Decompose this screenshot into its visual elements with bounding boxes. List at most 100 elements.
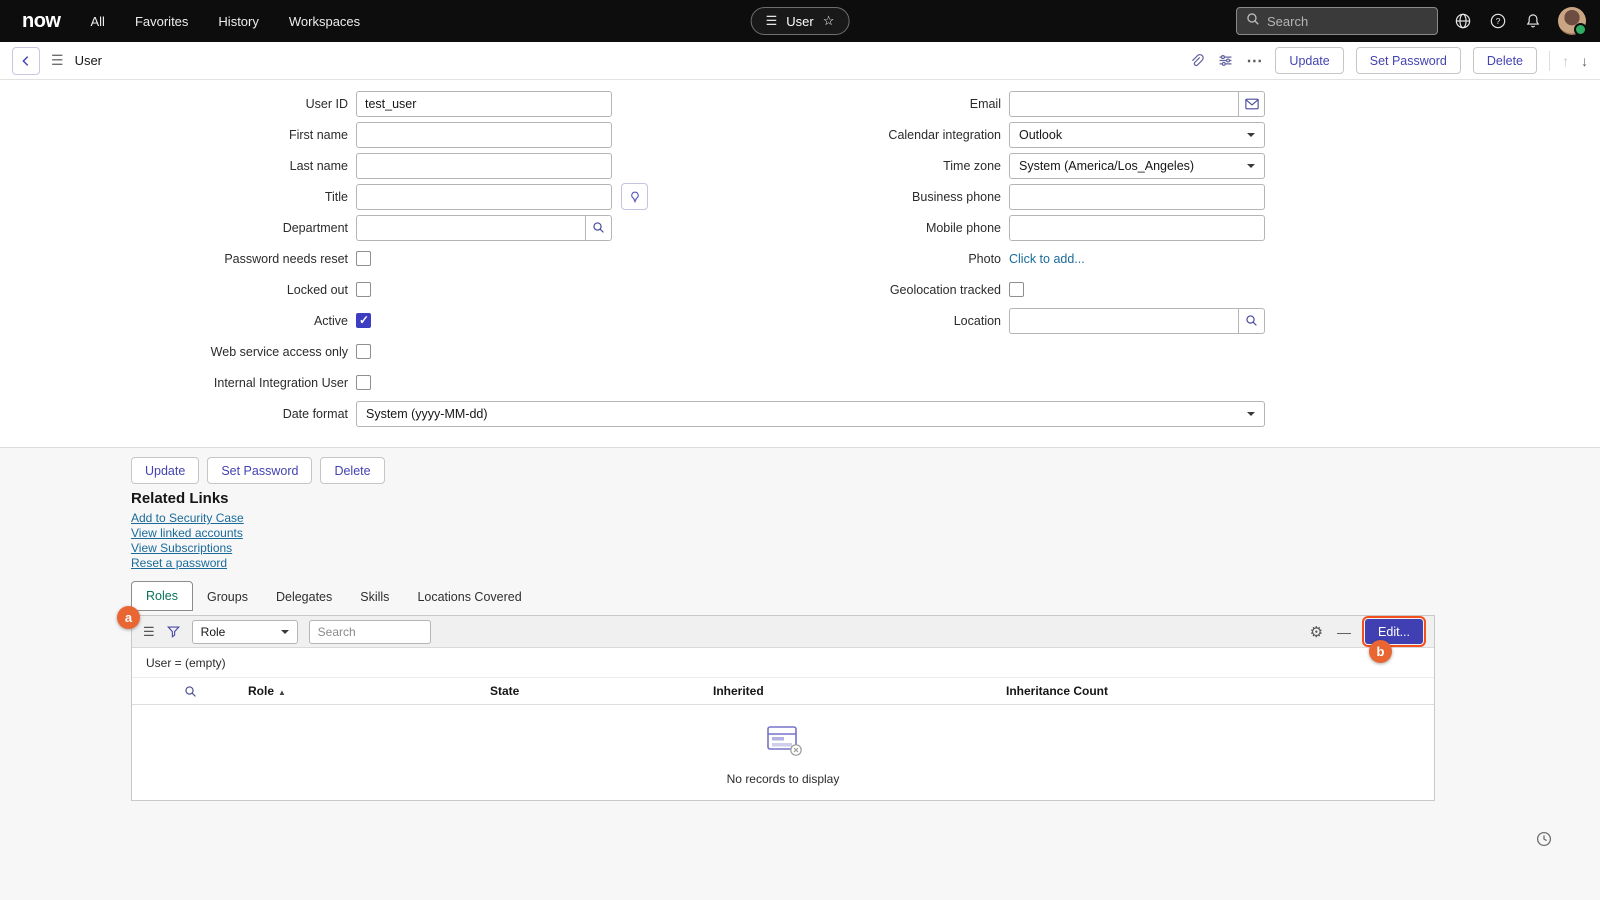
back-button[interactable] bbox=[12, 47, 40, 75]
active-checkbox[interactable] bbox=[356, 313, 371, 328]
response-time-clock-icon[interactable] bbox=[1536, 831, 1552, 852]
nav-item-workspaces[interactable]: Workspaces bbox=[289, 14, 360, 29]
roles-related-list: ☰ Role ⚙ — Edit... User = (empty) bbox=[131, 615, 1435, 801]
list-breadcrumb[interactable]: User = (empty) bbox=[132, 648, 1434, 678]
notifications-bell-icon[interactable] bbox=[1523, 11, 1543, 31]
tab-groups[interactable]: Groups bbox=[193, 583, 262, 611]
personalize-form-icon[interactable] bbox=[1217, 52, 1234, 69]
form-context-menu-icon[interactable]: ☰ bbox=[51, 52, 64, 69]
tab-skills[interactable]: Skills bbox=[346, 583, 403, 611]
tab-roles[interactable]: Roles bbox=[131, 581, 193, 611]
annotation-marker-b: b bbox=[1369, 640, 1392, 663]
field-label-first-name: First name bbox=[128, 128, 348, 142]
record-pill[interactable]: ☰ User ☆ bbox=[751, 7, 850, 35]
location-input[interactable] bbox=[1009, 308, 1238, 334]
photo-click-to-add-link[interactable]: Click to add... bbox=[1009, 252, 1085, 266]
help-icon[interactable]: ? bbox=[1488, 11, 1508, 31]
password-needs-reset-checkbox[interactable] bbox=[356, 251, 371, 266]
field-label-locked-out: Locked out bbox=[128, 283, 348, 297]
list-header-row: Role▲ State Inherited Inheritance Count bbox=[132, 678, 1434, 705]
search-field-value: Role bbox=[201, 625, 226, 639]
link-view-linked-accounts[interactable]: View linked accounts bbox=[131, 526, 244, 540]
user-id-field[interactable] bbox=[356, 91, 612, 117]
nav-item-history[interactable]: History bbox=[218, 14, 258, 29]
list-settings-gear-icon[interactable]: ⚙ bbox=[1310, 623, 1323, 641]
divider bbox=[1549, 51, 1550, 71]
now-logo[interactable]: now bbox=[22, 10, 61, 33]
date-format-select[interactable]: System (yyyy-MM-dd) bbox=[356, 401, 1265, 427]
chevron-down-icon bbox=[1247, 164, 1255, 172]
list-search-input[interactable] bbox=[309, 620, 431, 644]
time-zone-select[interactable]: System (America/Los_Angeles) bbox=[1009, 153, 1265, 179]
web-service-access-only-checkbox[interactable] bbox=[356, 344, 371, 359]
no-records-icon bbox=[763, 724, 803, 763]
department-lookup-icon[interactable] bbox=[585, 215, 612, 241]
internal-integration-user-checkbox[interactable] bbox=[356, 375, 371, 390]
column-header-state[interactable]: State bbox=[484, 684, 707, 698]
time-zone-value: System (America/Los_Angeles) bbox=[1019, 159, 1194, 173]
edit-button[interactable]: Edit... bbox=[1365, 619, 1423, 644]
last-name-field[interactable] bbox=[356, 153, 612, 179]
geolocation-tracked-checkbox[interactable] bbox=[1009, 282, 1024, 297]
field-label-user-id: User ID bbox=[128, 97, 348, 111]
tab-delegates[interactable]: Delegates bbox=[262, 583, 346, 611]
favorite-star-icon[interactable]: ☆ bbox=[823, 13, 835, 29]
tab-locations-covered[interactable]: Locations Covered bbox=[403, 583, 535, 611]
previous-record-icon[interactable]: ↑ bbox=[1562, 53, 1569, 69]
calendar-integration-value: Outlook bbox=[1019, 128, 1062, 142]
nav-item-all[interactable]: All bbox=[91, 14, 105, 29]
filter-funnel-icon[interactable] bbox=[166, 624, 181, 639]
global-search-input[interactable] bbox=[1267, 14, 1443, 29]
sort-ascending-icon: ▲ bbox=[278, 688, 286, 697]
pill-menu-icon: ☰ bbox=[766, 13, 778, 29]
column-search-icon[interactable] bbox=[132, 685, 242, 698]
collapse-list-icon[interactable]: — bbox=[1337, 624, 1351, 640]
link-view-subscriptions[interactable]: View Subscriptions bbox=[131, 541, 244, 555]
field-label-date-format: Date format bbox=[128, 407, 348, 421]
field-label-email: Email bbox=[781, 97, 1001, 111]
title-suggestion-button[interactable] bbox=[621, 183, 648, 210]
column-header-inherited[interactable]: Inherited bbox=[707, 684, 1000, 698]
locked-out-checkbox[interactable] bbox=[356, 282, 371, 297]
footer-set-password-button[interactable]: Set Password bbox=[207, 457, 312, 484]
email-field[interactable] bbox=[1009, 91, 1238, 117]
first-name-field[interactable] bbox=[356, 122, 612, 148]
link-reset-a-password[interactable]: Reset a password bbox=[131, 556, 244, 570]
title-field[interactable] bbox=[356, 184, 612, 210]
nav-menu: All Favorites History Workspaces bbox=[91, 14, 361, 29]
attachment-paperclip-icon[interactable] bbox=[1188, 52, 1205, 69]
email-envelope-icon[interactable] bbox=[1238, 91, 1265, 117]
global-search[interactable] bbox=[1236, 7, 1438, 35]
field-label-title: Title bbox=[128, 190, 348, 204]
update-button[interactable]: Update bbox=[1275, 47, 1343, 74]
next-record-icon[interactable]: ↓ bbox=[1581, 53, 1588, 69]
field-label-password-needs-reset: Password needs reset bbox=[128, 252, 348, 266]
annotation-marker-a: a bbox=[117, 606, 140, 629]
more-options-icon[interactable]: ⋯ bbox=[1246, 51, 1263, 71]
breadcrumb-text: User = (empty) bbox=[146, 656, 226, 670]
list-context-menu-icon[interactable]: ☰ bbox=[143, 624, 155, 640]
globe-icon[interactable] bbox=[1453, 11, 1473, 31]
empty-state-message: No records to display bbox=[727, 772, 840, 786]
form-header: ☰ User ⋯ Update Set Password Delete ↑ ↓ bbox=[0, 42, 1600, 80]
top-nav: now All Favorites History Workspaces ☰ U… bbox=[0, 0, 1600, 42]
business-phone-field[interactable] bbox=[1009, 184, 1265, 210]
column-header-role[interactable]: Role▲ bbox=[242, 684, 484, 698]
servicenow-user-form: now All Favorites History Workspaces ☰ U… bbox=[0, 0, 1600, 900]
related-links-title: Related Links bbox=[131, 490, 229, 507]
lower-section: Update Set Password Delete Related Links… bbox=[0, 447, 1600, 900]
footer-update-button[interactable]: Update bbox=[131, 457, 199, 484]
link-add-to-security-case[interactable]: Add to Security Case bbox=[131, 511, 244, 525]
calendar-integration-select[interactable]: Outlook bbox=[1009, 122, 1265, 148]
user-avatar[interactable] bbox=[1558, 7, 1586, 35]
nav-item-favorites[interactable]: Favorites bbox=[135, 14, 188, 29]
column-header-inheritance-count[interactable]: Inheritance Count bbox=[1000, 684, 1434, 698]
delete-button[interactable]: Delete bbox=[1473, 47, 1537, 74]
department-input[interactable] bbox=[356, 215, 585, 241]
email-field-group bbox=[1009, 91, 1265, 117]
location-lookup-icon[interactable] bbox=[1238, 308, 1265, 334]
set-password-button[interactable]: Set Password bbox=[1356, 47, 1461, 74]
mobile-phone-field[interactable] bbox=[1009, 215, 1265, 241]
search-field-select[interactable]: Role bbox=[192, 620, 298, 644]
footer-delete-button[interactable]: Delete bbox=[320, 457, 384, 484]
